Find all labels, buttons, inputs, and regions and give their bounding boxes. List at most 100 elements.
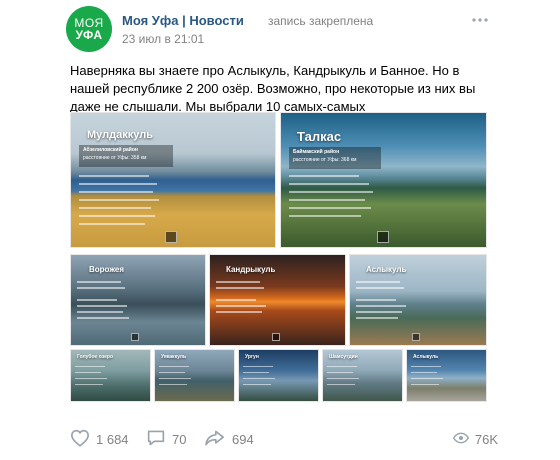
photo-text-line bbox=[159, 366, 189, 367]
photo-title: Талкас bbox=[297, 129, 342, 144]
photo-shamsutdin[interactable]: Шамсутдин bbox=[322, 349, 403, 402]
photo-text-line bbox=[216, 299, 256, 301]
comment-button[interactable]: 70 bbox=[146, 428, 186, 450]
photo-text-line bbox=[159, 372, 185, 373]
photo-talkas[interactable]: Талкас Баймакский район расстояние от Уф… bbox=[280, 112, 487, 248]
photo-text-line bbox=[411, 366, 441, 367]
photo-subtitle: Абзелиловский район bbox=[83, 147, 138, 153]
photo-text-line bbox=[243, 366, 273, 367]
photo-goluboe-ozero[interactable]: Голубое озеро bbox=[70, 349, 151, 402]
post-actions: 1 684 70 694 76K bbox=[70, 428, 498, 450]
avatar-text-line1: МОЯ bbox=[74, 15, 104, 30]
photo-uyakakkul[interactable]: Уякаккуль bbox=[154, 349, 235, 402]
photo-subtitle: Баймакский район bbox=[293, 149, 340, 155]
photo-text-line bbox=[289, 207, 371, 209]
photo-text-line bbox=[79, 175, 149, 177]
photo-text-line bbox=[75, 378, 107, 379]
photo-logo bbox=[165, 231, 177, 243]
photo-text-line bbox=[289, 215, 361, 217]
photo-muldakkul[interactable]: Мулдаккуль Абзелиловский район расстояни… bbox=[70, 112, 276, 248]
photo-title: Мулдаккуль bbox=[87, 129, 153, 141]
photo-text-line bbox=[327, 372, 353, 373]
comments-count: 70 bbox=[172, 431, 187, 447]
photo-text-line bbox=[75, 384, 103, 385]
photo-title: Голубое озеро bbox=[77, 354, 114, 360]
photo-text-line bbox=[79, 199, 159, 201]
photo-distance: расстояние от Уфы: 368 км bbox=[293, 157, 357, 163]
photo-text-line bbox=[75, 366, 105, 367]
photo-text-line bbox=[327, 366, 357, 367]
avatar-text-line2: УФА bbox=[75, 27, 103, 42]
photo-text-line bbox=[79, 223, 145, 225]
photo-text-line bbox=[356, 311, 402, 313]
photo-text-line bbox=[77, 299, 117, 301]
photo-info-panel: Абзелиловский район расстояние от Уфы: 3… bbox=[79, 145, 173, 167]
share-button[interactable]: 694 bbox=[204, 428, 254, 450]
photo-text-line bbox=[216, 287, 264, 289]
views-count: 76K bbox=[474, 431, 498, 447]
photo-text-line bbox=[289, 199, 365, 201]
photo-title: Ворожея bbox=[89, 265, 125, 274]
post-date-link[interactable]: 23 июл в 21:01 bbox=[122, 32, 204, 46]
photo-text-line bbox=[216, 305, 266, 307]
photo-aslykul[interactable]: Аслыкуль bbox=[349, 254, 487, 346]
photo-text-line bbox=[75, 372, 101, 373]
photo-text-line bbox=[77, 281, 121, 283]
photo-text-line bbox=[411, 384, 439, 385]
comment-icon bbox=[146, 429, 172, 450]
photo-text-line bbox=[77, 311, 123, 313]
photo-distance: расстояние от Уфы: 358 км bbox=[83, 155, 147, 161]
photo-urgun[interactable]: Ургун bbox=[238, 349, 319, 402]
photo-logo bbox=[377, 231, 389, 243]
photo-text-line bbox=[289, 183, 369, 185]
photo-text-line bbox=[356, 299, 396, 301]
photo-text-line bbox=[356, 281, 400, 283]
photo-logo bbox=[131, 333, 139, 341]
photo-title: Шамсутдин bbox=[329, 354, 358, 360]
photo-logo bbox=[272, 333, 280, 341]
photo-title: Ургун bbox=[245, 354, 259, 360]
photo-text-line bbox=[289, 191, 373, 193]
like-button[interactable]: 1 684 bbox=[70, 428, 129, 450]
photo-text-line bbox=[243, 378, 275, 379]
photo-logo bbox=[412, 333, 420, 341]
photo-text-line bbox=[243, 372, 269, 373]
views-counter: 76K bbox=[452, 428, 498, 450]
share-icon bbox=[204, 429, 232, 450]
photo-title: Уякаккуль bbox=[161, 354, 187, 360]
photo-aslykul-small[interactable]: Аслыкуль bbox=[406, 349, 487, 402]
photo-title: Аслыкуль bbox=[413, 354, 439, 360]
more-horizontal-icon[interactable] bbox=[470, 10, 490, 30]
photo-text-line bbox=[77, 317, 129, 319]
pinned-label: запись закреплена bbox=[268, 14, 374, 28]
photo-vorozheya[interactable]: Ворожея bbox=[70, 254, 206, 346]
photo-text-line bbox=[356, 287, 404, 289]
shares-count: 694 bbox=[232, 431, 254, 447]
photo-text-line bbox=[243, 384, 271, 385]
photo-text-line bbox=[77, 305, 127, 307]
photo-text-line bbox=[159, 384, 187, 385]
likes-count: 1 684 bbox=[96, 431, 129, 447]
photo-text-line bbox=[79, 215, 155, 217]
photo-text-line bbox=[77, 287, 125, 289]
photo-kandrykul[interactable]: Кандрыкуль bbox=[209, 254, 346, 346]
photo-text-line bbox=[327, 384, 355, 385]
photo-text-line bbox=[79, 183, 157, 185]
community-avatar[interactable]: МОЯ УФА bbox=[66, 6, 112, 52]
photo-title: Аслыкуль bbox=[366, 265, 407, 274]
photo-title: Кандрыкуль bbox=[226, 265, 276, 274]
photo-text-line bbox=[411, 378, 443, 379]
photo-text-line bbox=[327, 378, 359, 379]
eye-icon bbox=[452, 432, 475, 447]
photo-text-line bbox=[216, 281, 260, 283]
community-name-link[interactable]: Моя Уфа | Новости bbox=[122, 13, 244, 28]
photo-text-line bbox=[79, 207, 151, 209]
photo-text-line bbox=[289, 175, 359, 177]
photo-text-line bbox=[159, 378, 191, 379]
photo-text-line bbox=[79, 191, 153, 193]
photo-text-line bbox=[356, 317, 398, 319]
heart-icon bbox=[70, 429, 96, 450]
photo-text-line bbox=[356, 305, 406, 307]
photo-info-panel: Баймакский район расстояние от Уфы: 368 … bbox=[289, 147, 381, 169]
photo-text-line bbox=[216, 311, 262, 313]
